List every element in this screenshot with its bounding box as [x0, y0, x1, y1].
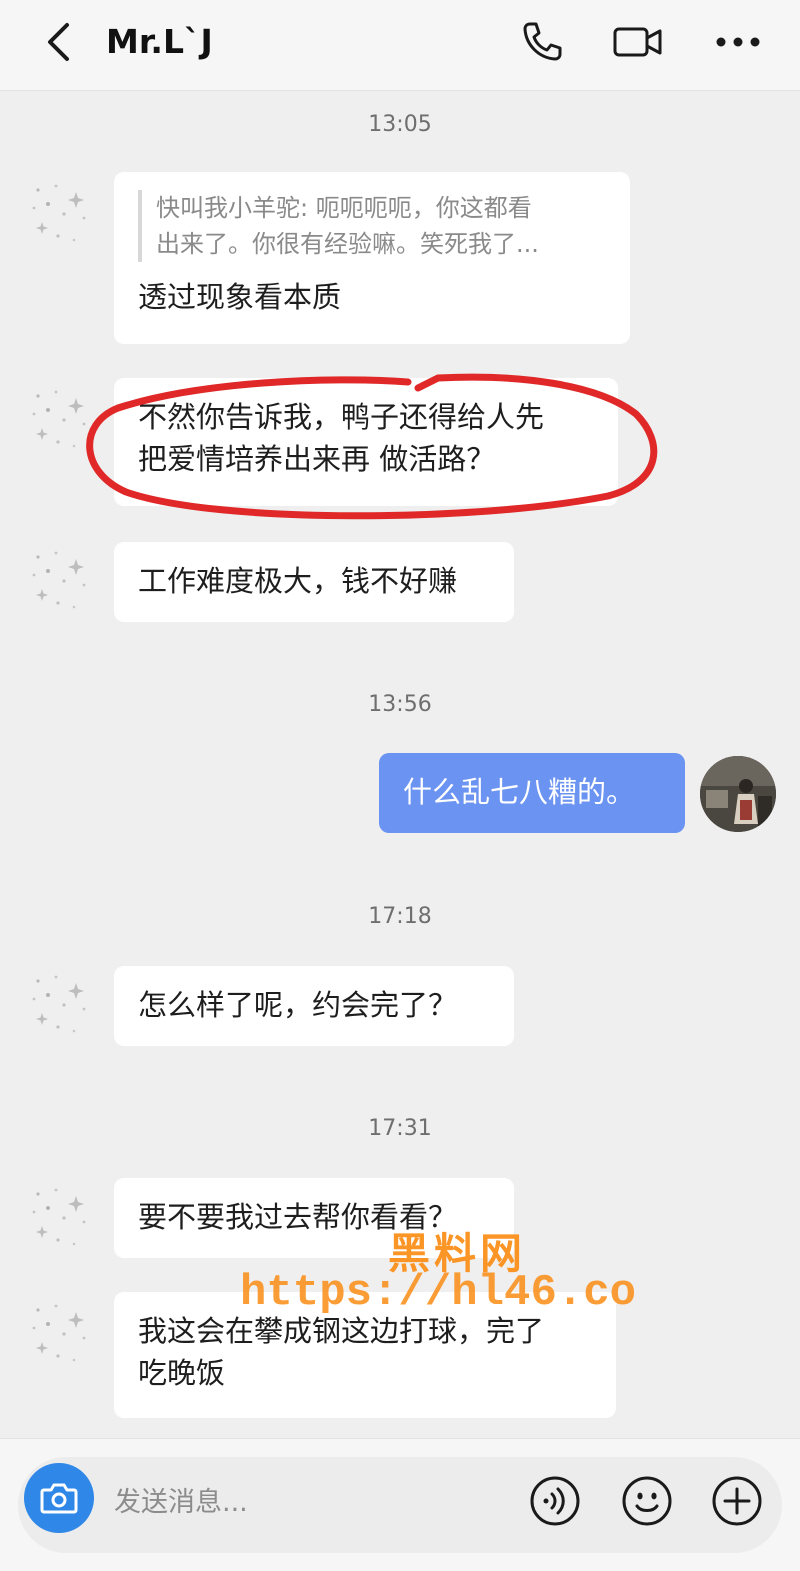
self-avatar[interactable] — [700, 756, 776, 832]
message-text: 吃晚饭 — [138, 1356, 226, 1390]
message-bubble-peer[interactable]: 要不要我过去帮你看看？ — [114, 1178, 514, 1258]
message-text: 把爱情培养出来再 做活路？ — [138, 442, 496, 476]
chevron-left-icon — [48, 23, 69, 61]
message-bubble-peer[interactable]: 工作难度极大，钱不好赚 — [114, 542, 514, 622]
message-text: 我这会在攀成钢这边打球，完了 — [138, 1314, 545, 1348]
chat-header: Mr.L`J — [0, 0, 800, 91]
sparkle-avatar-icon[interactable] — [24, 384, 100, 460]
sparkle-avatar-icon[interactable] — [24, 178, 100, 254]
camera-icon — [40, 1483, 78, 1514]
message-text: 要不要我过去帮你看看？ — [138, 1200, 458, 1234]
message-text: 什么乱七八糟的。 — [403, 775, 636, 809]
quoted-reply[interactable]: 快叫我小羊驼: 呃呃呃呃，你这都看 出来了。你很有经验嘛。笑死我了... — [138, 190, 606, 262]
message-bubble-peer[interactable]: 不然你告诉我，鸭子还得给人先 把爱情培养出来再 做活路？ — [114, 378, 618, 506]
message-bubble-self[interactable]: 什么乱七八糟的。 — [379, 753, 685, 833]
more-dots-icon — [716, 37, 760, 47]
add-button[interactable] — [710, 1474, 764, 1528]
smiley-icon — [622, 1476, 672, 1526]
contact-name: Mr.L`J — [106, 22, 213, 61]
back-button[interactable] — [36, 20, 80, 64]
video-call-button[interactable] — [612, 18, 664, 66]
timestamp: 13:56 — [368, 692, 432, 717]
camera-button[interactable] — [24, 1463, 94, 1533]
message-bubble-peer[interactable]: 我这会在攀成钢这边打球，完了 吃晚饭 — [114, 1292, 616, 1418]
timestamp: 13:05 — [368, 112, 432, 137]
phone-icon — [523, 22, 562, 61]
quote-line: 出来了。你很有经验嘛。笑死我了... — [156, 230, 539, 258]
timestamp: 17:18 — [368, 904, 432, 929]
sparkle-avatar-icon[interactable] — [24, 545, 100, 621]
sparkle-avatar-icon[interactable] — [24, 969, 100, 1045]
message-text: 透过现象看本质 — [138, 280, 342, 314]
emoji-button[interactable] — [620, 1474, 674, 1528]
quote-line: 快叫我小羊驼: 呃呃呃呃，你这都看 — [156, 194, 532, 222]
plus-icon — [712, 1476, 762, 1526]
sparkle-avatar-icon[interactable] — [24, 1298, 100, 1374]
message-bubble-peer[interactable]: 快叫我小羊驼: 呃呃呃呃，你这都看 出来了。你很有经验嘛。笑死我了... 透过现… — [114, 172, 630, 344]
message-bubble-peer[interactable]: 怎么样了呢，约会完了？ — [114, 966, 514, 1046]
video-camera-icon — [613, 27, 662, 57]
message-text: 不然你告诉我，鸭子还得给人先 — [138, 400, 545, 434]
avatar-photo — [700, 756, 776, 832]
sparkle-avatar-icon[interactable] — [24, 1182, 100, 1258]
voice-icon — [530, 1476, 580, 1526]
timestamp: 17:31 — [368, 1116, 432, 1141]
more-options-button[interactable] — [712, 18, 764, 66]
message-input[interactable] — [112, 1478, 496, 1526]
voice-button[interactable] — [528, 1474, 582, 1528]
message-text: 工作难度极大，钱不好赚 — [138, 564, 458, 598]
call-button[interactable] — [516, 18, 568, 66]
message-text: 怎么样了呢，约会完了？ — [138, 988, 458, 1022]
